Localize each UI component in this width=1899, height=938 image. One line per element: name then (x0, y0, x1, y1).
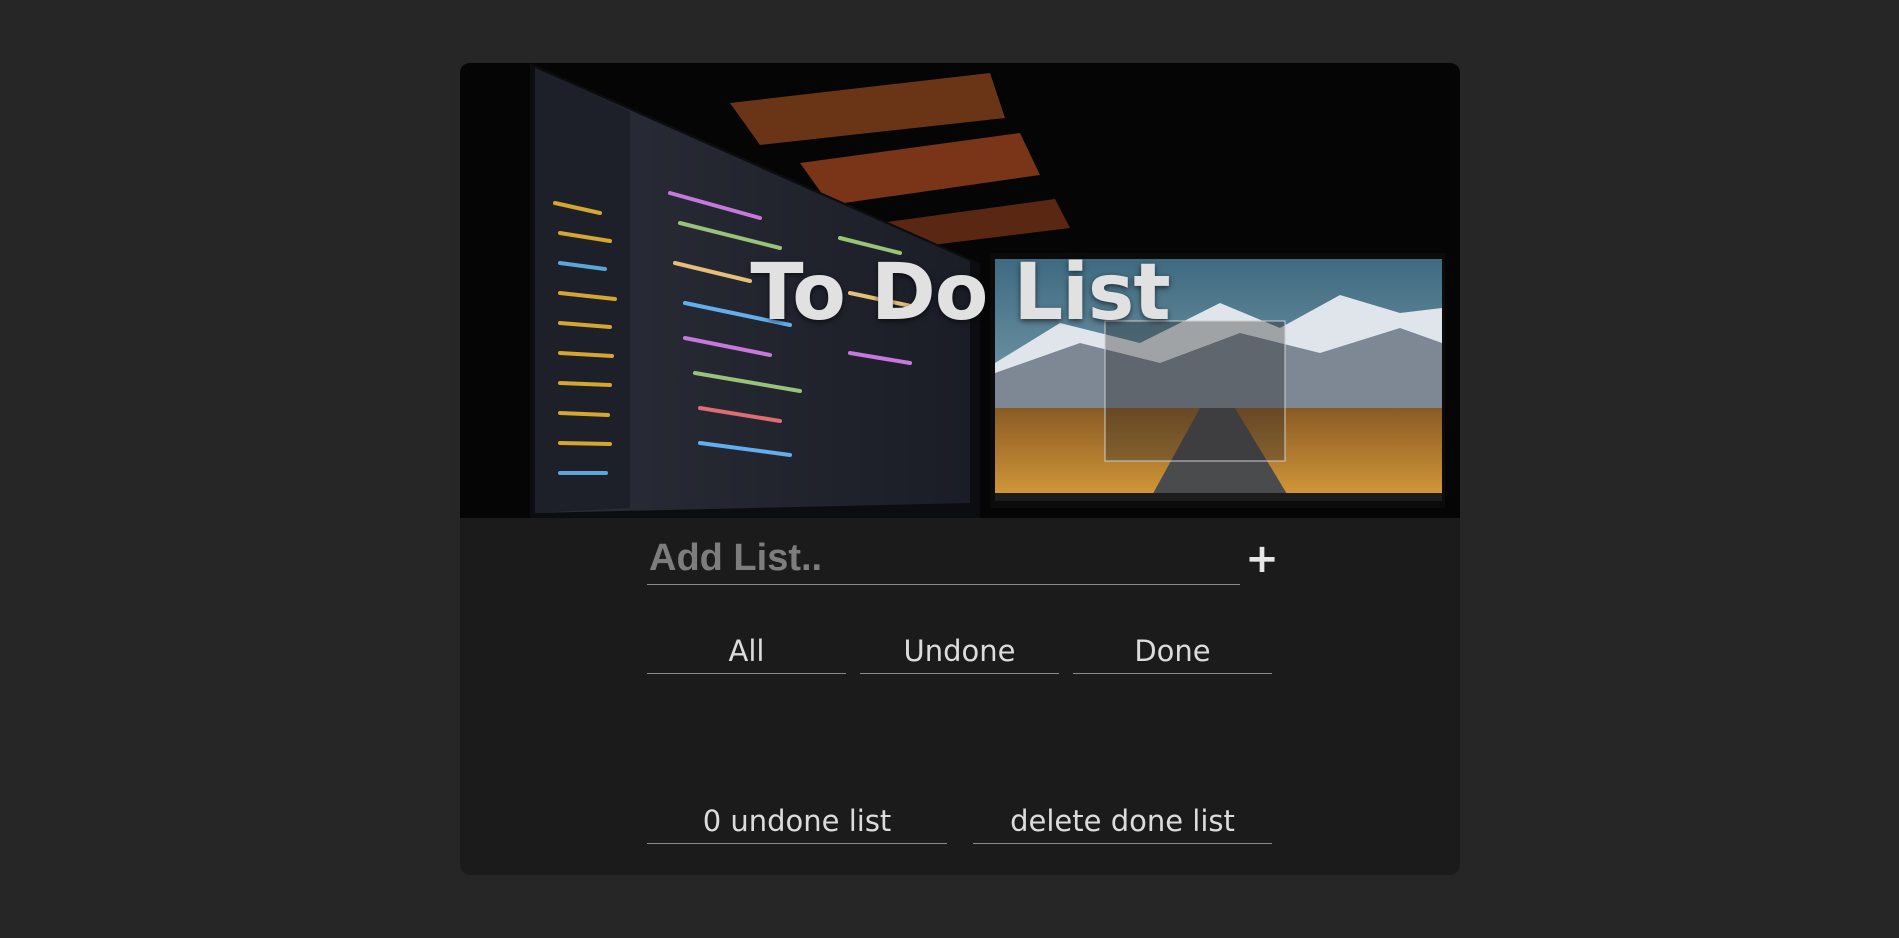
undone-count: 0 undone list (647, 798, 947, 844)
todo-card: To Do List + All Undone Done 0 undone li… (460, 63, 1460, 875)
delete-done-button[interactable]: delete done list (973, 798, 1272, 844)
page-title: To Do List (750, 248, 1170, 338)
list-footer: 0 undone list delete done list (647, 798, 1272, 844)
filter-done-button[interactable]: Done (1073, 628, 1272, 674)
filter-tabs: All Undone Done (647, 628, 1272, 674)
add-list-button[interactable]: + (1245, 533, 1279, 585)
filter-all-button[interactable]: All (647, 628, 846, 674)
filter-undone-button[interactable]: Undone (860, 628, 1059, 674)
header-image: To Do List (460, 63, 1460, 518)
add-list-input[interactable] (647, 533, 1240, 585)
add-list-form: + (647, 533, 1279, 593)
